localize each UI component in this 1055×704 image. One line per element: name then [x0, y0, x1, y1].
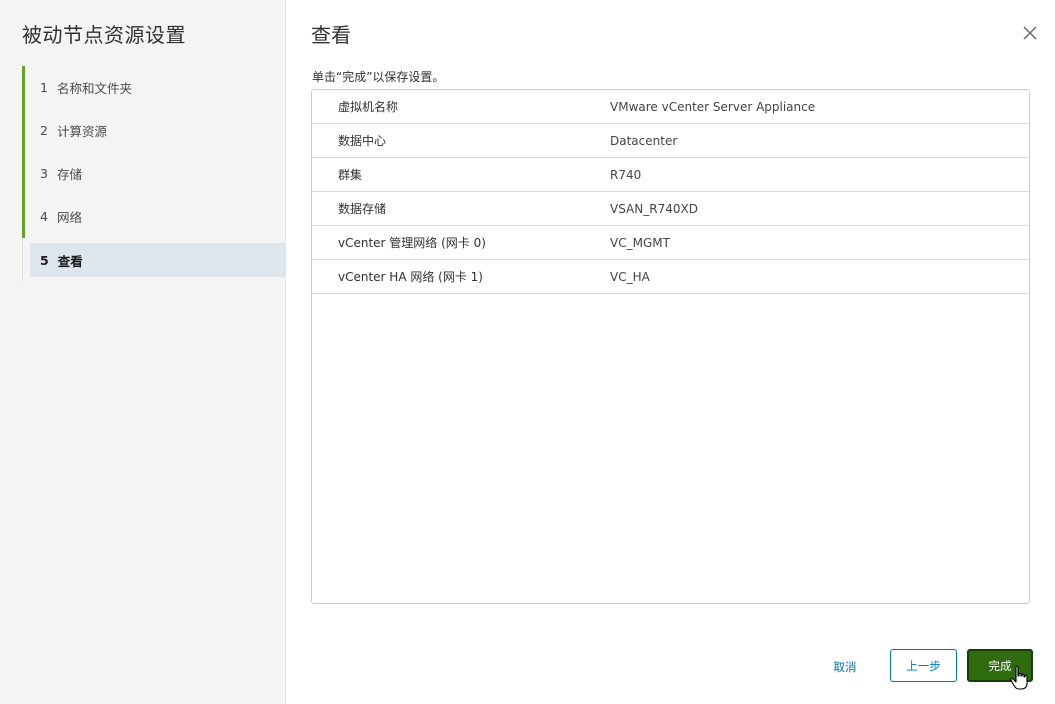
- table-row: 数据存储 VSAN_R740XD: [312, 192, 1029, 226]
- table-row: vCenter 管理网络 (网卡 0) VC_MGMT: [312, 226, 1029, 260]
- step-number: 5: [40, 252, 49, 268]
- step-number: 4: [40, 209, 48, 224]
- row-key: vCenter HA 网络 (网卡 1): [338, 270, 483, 284]
- step-label: 名称和文件夹: [56, 81, 132, 96]
- review-table: 虚拟机名称 VMware vCenter Server Appliance 数据…: [311, 89, 1030, 604]
- step-complete-indicator: [22, 109, 25, 152]
- step-number: 3: [40, 166, 48, 181]
- page-title: 查看: [311, 23, 351, 47]
- step-complete-indicator: [22, 66, 25, 109]
- instruction-text: 单击“完成”以保存设置。: [312, 70, 445, 84]
- step-label: 网络: [56, 210, 82, 225]
- step-name-and-folder[interactable]: 1 名称和文件夹: [22, 66, 286, 109]
- step-label: 存储: [56, 167, 82, 182]
- row-key: vCenter 管理网络 (网卡 0): [338, 236, 486, 250]
- row-value: VSAN_R740XD: [610, 201, 698, 216]
- back-button[interactable]: 上一步: [890, 649, 957, 682]
- table-row: 群集 R740: [312, 158, 1029, 192]
- row-value: VMware vCenter Server Appliance: [610, 99, 816, 114]
- hand-cursor-icon: [1010, 665, 1028, 690]
- step-number: 2: [40, 123, 48, 138]
- row-key: 虚拟机名称: [338, 100, 399, 114]
- wizard-steps: 1 名称和文件夹 2 计算资源 3 存储 4 网络 5 查看: [22, 66, 286, 281]
- table-row: vCenter HA 网络 (网卡 1) VC_HA: [312, 260, 1029, 294]
- table-row: 虚拟机名称 VMware vCenter Server Appliance: [312, 90, 1029, 124]
- row-key: 数据存储: [338, 202, 387, 216]
- table-row: 数据中心 Datacenter: [312, 124, 1029, 158]
- wizard-title: 被动节点资源设置: [22, 23, 186, 47]
- step-compute-resource[interactable]: 2 计算资源: [22, 109, 286, 152]
- row-value: Datacenter: [610, 133, 678, 148]
- step-review[interactable]: 5 查看: [30, 243, 286, 277]
- wizard-sidebar: 被动节点资源设置 1 名称和文件夹 2 计算资源 3 存储 4 网络 5 查看: [0, 0, 286, 704]
- step-label: 查看: [57, 253, 83, 269]
- step-network[interactable]: 4 网络: [22, 195, 286, 238]
- row-value: R740: [610, 167, 642, 182]
- close-icon[interactable]: [1021, 24, 1039, 42]
- step-complete-indicator: [22, 152, 25, 195]
- step-complete-indicator: [22, 195, 25, 238]
- row-key: 数据中心: [338, 134, 387, 148]
- row-value: VC_MGMT: [610, 235, 670, 250]
- step-storage[interactable]: 3 存储: [22, 152, 286, 195]
- wizard-dialog: 被动节点资源设置 1 名称和文件夹 2 计算资源 3 存储 4 网络 5 查看 …: [0, 0, 1055, 704]
- row-key: 群集: [338, 168, 363, 182]
- step-number: 1: [40, 80, 48, 95]
- step-label: 计算资源: [56, 124, 107, 139]
- row-value: VC_HA: [610, 269, 650, 284]
- cancel-button[interactable]: 取消: [822, 650, 868, 683]
- step-divider: [22, 238, 23, 281]
